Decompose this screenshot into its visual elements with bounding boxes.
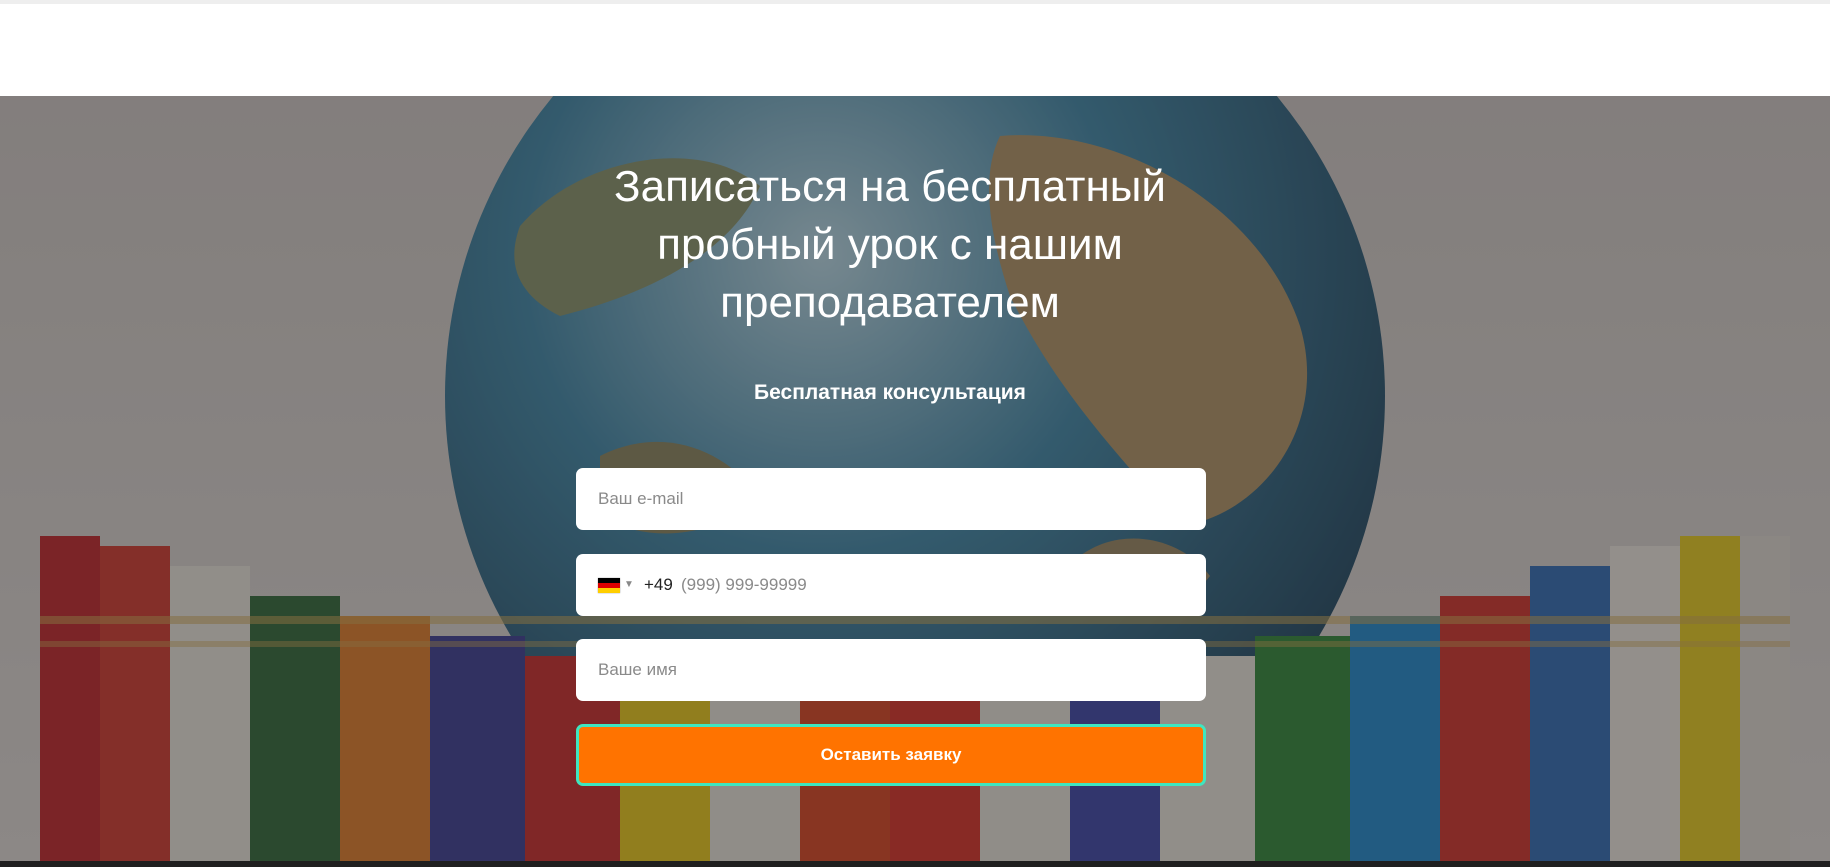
submit-button[interactable]: Оставить заявку xyxy=(576,724,1206,786)
subtitle: Бесплатная консультация xyxy=(754,381,1026,404)
footer-bar xyxy=(0,861,1830,867)
email-input[interactable] xyxy=(576,468,1206,530)
name-field-wrapper xyxy=(576,639,1206,701)
site-header xyxy=(0,4,1830,96)
signup-hero: Записаться на бесплатный пробный урок с … xyxy=(0,96,1830,861)
email-field-wrapper xyxy=(576,468,1206,530)
phone-input[interactable] xyxy=(576,554,1206,616)
phone-field-wrapper: ▼ +49 xyxy=(576,554,1206,616)
page-title: Записаться на бесплатный пробный урок с … xyxy=(614,162,1166,327)
name-input[interactable] xyxy=(576,639,1206,701)
